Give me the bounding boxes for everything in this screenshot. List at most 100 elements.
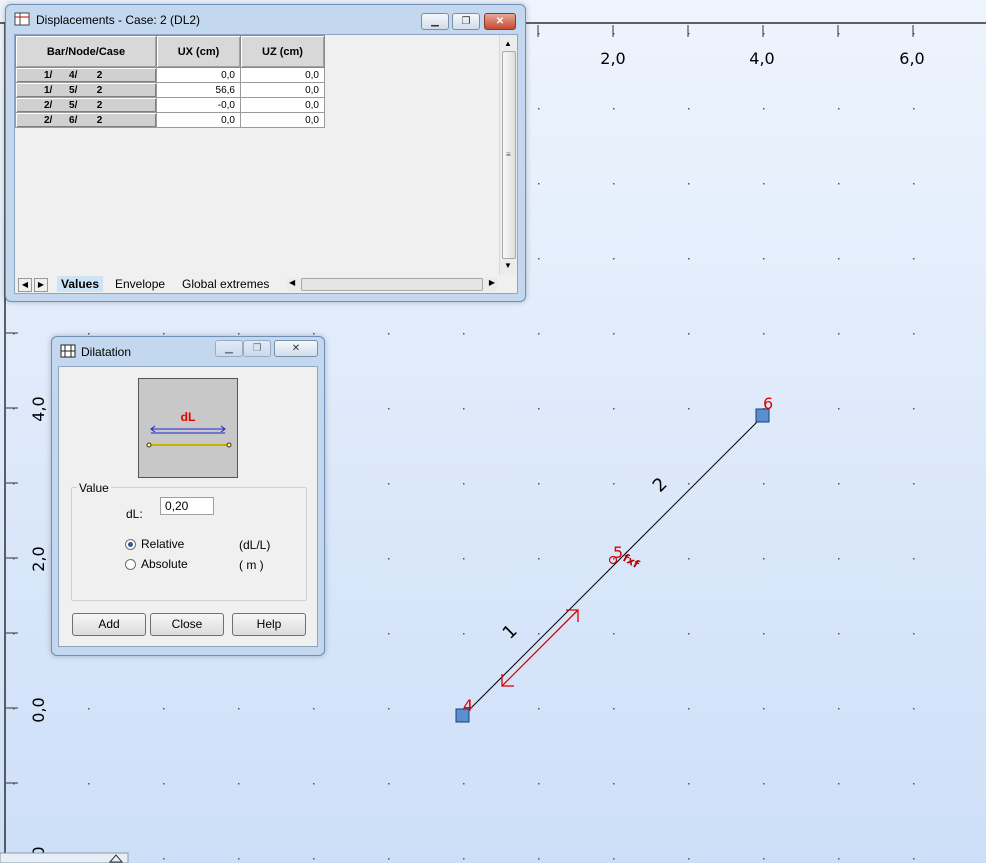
value-group-label: Value <box>77 481 111 495</box>
grid-dot <box>613 258 615 260</box>
grid-dot <box>538 183 540 185</box>
grid-dot <box>913 183 915 185</box>
grid-dot <box>313 333 315 335</box>
grid-dot <box>238 708 240 710</box>
table-row[interactable]: 2/ 5/ 2 -0,0 0,0 <box>15 97 325 113</box>
grid-dot <box>688 483 690 485</box>
grid-dot <box>163 783 165 785</box>
grid-dot <box>388 783 390 785</box>
grid-dot <box>88 783 90 785</box>
grid-dot <box>313 783 315 785</box>
grid-dot <box>463 783 465 785</box>
node-label: 4 <box>463 696 473 715</box>
grid-dot <box>388 408 390 410</box>
grid-dot <box>388 858 390 860</box>
ux-cell[interactable]: 56,6 <box>156 82 241 98</box>
restore-button[interactable]: ❐ <box>452 13 480 30</box>
tab-scroll-right-icon[interactable]: ▶ <box>34 278 48 292</box>
grid-dot <box>913 783 915 785</box>
x-tick-label: 4,0 <box>749 49 774 68</box>
tab-envelope[interactable]: Envelope <box>111 276 169 292</box>
grid-dot <box>538 633 540 635</box>
table-row[interactable]: 1/ 4/ 2 0,0 0,0 <box>15 67 325 83</box>
grid-dot <box>313 708 315 710</box>
grid-dot <box>913 483 915 485</box>
grid-dot <box>763 558 765 560</box>
grid-dot <box>238 858 240 860</box>
uz-cell[interactable]: 0,0 <box>240 67 325 83</box>
grid-dot <box>688 183 690 185</box>
add-button[interactable]: Add <box>72 613 146 636</box>
grid-dot <box>838 633 840 635</box>
hscroll-thumb[interactable] <box>301 278 483 291</box>
grid-dot <box>838 408 840 410</box>
ux-cell[interactable]: 0,0 <box>156 112 241 128</box>
grid-dot <box>613 108 615 110</box>
close-button[interactable]: ✕ <box>484 13 516 30</box>
help-button[interactable]: Help <box>232 613 306 636</box>
bar-line[interactable] <box>462 415 764 717</box>
grid-dot <box>538 708 540 710</box>
grid-dot <box>463 408 465 410</box>
grid-dot <box>913 558 915 560</box>
relative-radio[interactable] <box>125 539 136 550</box>
bottom-panel-edge <box>0 852 129 863</box>
uz-cell[interactable]: 0,0 <box>240 112 325 128</box>
dilatation-titlebar[interactable]: Dilatation ▁ ❐ ✕ <box>52 337 324 367</box>
grid-dot <box>763 258 765 260</box>
grid-dot <box>688 708 690 710</box>
table-row[interactable]: 1/ 5/ 2 56,6 0,0 <box>15 82 325 98</box>
dl-value-input[interactable] <box>160 497 214 515</box>
tab-global-extremes[interactable]: Global extremes <box>178 276 273 292</box>
relative-label[interactable]: Relative <box>141 537 184 551</box>
scroll-down-arrow-icon[interactable]: ▼ <box>504 261 512 270</box>
grid-dot <box>838 108 840 110</box>
grid-dot <box>763 183 765 185</box>
displacements-titlebar[interactable]: Displacements - Case: 2 (DL2) ▁ ❐ ✕ <box>6 5 525 35</box>
grid-dot <box>688 858 690 860</box>
grid-dot <box>388 633 390 635</box>
table-row[interactable]: 2/ 6/ 2 0,0 0,0 <box>15 112 325 128</box>
uz-cell[interactable]: 0,0 <box>240 82 325 98</box>
minimize-button[interactable]: ▁ <box>421 13 449 30</box>
absolute-radio[interactable] <box>125 559 136 570</box>
grid-dot <box>538 333 540 335</box>
grid-dot <box>163 708 165 710</box>
close-x-button[interactable]: ✕ <box>274 340 318 357</box>
grid-dot <box>838 858 840 860</box>
grid-dot <box>463 858 465 860</box>
grid-dot <box>688 258 690 260</box>
absolute-label[interactable]: Absolute <box>141 557 188 571</box>
column-header[interactable]: Bar/Node/Case <box>15 35 157 68</box>
tab-values[interactable]: Values <box>57 276 104 292</box>
absolute-unit: ( m ) <box>239 558 264 572</box>
dl-label: dL: <box>126 507 143 521</box>
tabs-bar: ◀ ▶ Values Envelope Global extremes ◀ ▶ <box>15 276 499 293</box>
scroll-thumb[interactable]: ≡ <box>502 51 516 259</box>
bar-label: 1 <box>499 621 522 644</box>
maximize-button[interactable]: ❐ <box>243 340 271 357</box>
grid-dot <box>838 483 840 485</box>
grid-dot <box>388 708 390 710</box>
grid-dot <box>238 333 240 335</box>
horizontal-scrollbar[interactable]: ◀ ▶ <box>287 277 497 291</box>
ux-cell[interactable]: -0,0 <box>156 97 241 113</box>
ux-cell[interactable]: 0,0 <box>156 67 241 83</box>
dilatation-icon <box>60 344 76 358</box>
minimize-button[interactable]: ▁ <box>215 340 243 357</box>
uz-cell[interactable]: 0,0 <box>240 97 325 113</box>
close-button[interactable]: Close <box>150 613 224 636</box>
scroll-up-arrow-icon[interactable]: ▲ <box>504 39 512 48</box>
dilatation-preview: dL <box>138 378 238 478</box>
grid-dot <box>913 633 915 635</box>
grid-dot <box>913 258 915 260</box>
column-header[interactable]: UX (cm) <box>156 35 241 68</box>
column-header[interactable]: UZ (cm) <box>240 35 325 68</box>
vertical-scrollbar[interactable]: ▲ ≡ ▼ <box>499 35 517 275</box>
grid-dot <box>838 333 840 335</box>
dilatation-load-arrow[interactable] <box>501 609 579 687</box>
grid-dot <box>688 333 690 335</box>
tab-scroll-left-icon[interactable]: ◀ <box>18 278 32 292</box>
grid-dot <box>688 783 690 785</box>
grid-dot <box>388 333 390 335</box>
